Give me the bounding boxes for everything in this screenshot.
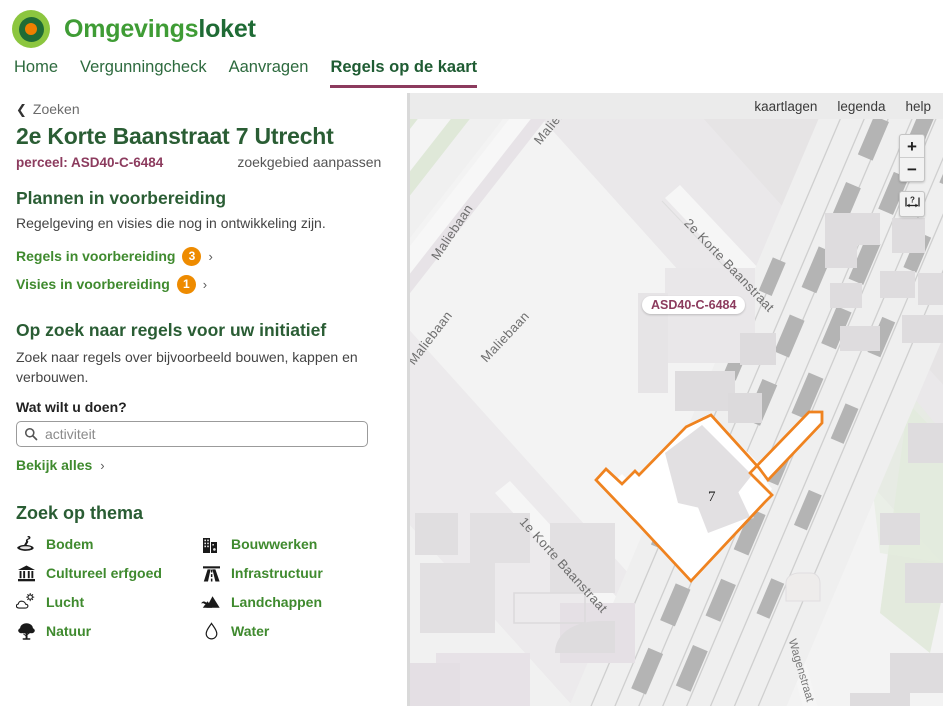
link-label: Regels in voorbereiding	[16, 248, 176, 265]
search-icon	[24, 427, 38, 441]
theme-label: Cultureel erfgoed	[46, 565, 162, 582]
theme-label: Lucht	[46, 594, 85, 611]
chevron-right-icon: ›	[100, 457, 105, 473]
nav-item-home[interactable]: Home	[14, 58, 58, 85]
theme-item-landchappen[interactable]: Landchappen	[201, 592, 386, 612]
initiative-subtitle: Zoek naar regels over bijvoorbeeld bouwe…	[16, 348, 358, 386]
page-title: 2e Korte Baanstraat 7 Utrecht	[16, 123, 334, 149]
zoom-in-button[interactable]: +	[900, 135, 924, 158]
theme-item-bodem[interactable]: Bodem	[16, 534, 201, 554]
map-link-legenda[interactable]: legenda	[837, 99, 885, 114]
themes-title: Zoek op thema	[16, 503, 144, 524]
themes-section: Zoek op thema Bodem Bouwwerken Cultureel…	[16, 503, 384, 641]
theme-label: Landchappen	[231, 594, 323, 611]
theme-item-water[interactable]: Water	[201, 621, 386, 641]
chevron-left-icon: ❮	[16, 101, 27, 117]
logo-and-brand[interactable]: Omgevingsloket	[12, 10, 256, 48]
count-badge: 3	[182, 246, 202, 266]
brand-part-one: Omgevings	[64, 14, 199, 43]
main-navigation: Home Vergunningcheck Aanvragen Regels op…	[0, 58, 943, 93]
initiative-section: Op zoek naar regels voor uw initiatief Z…	[16, 319, 384, 473]
measure-distance-icon: ?	[904, 194, 921, 215]
theme-label: Bouwwerken	[231, 536, 318, 553]
svg-text:?: ?	[910, 195, 915, 204]
brand-title: Omgevingsloket	[64, 14, 256, 43]
map-canvas: Maliebaan Maliebaan Maliebaan Maliebaan …	[410, 93, 943, 706]
link-visies-in-voorbereiding[interactable]: Visies in voorbereiding 1 ›	[16, 274, 384, 294]
initiative-title: Op zoek naar regels voor uw initiatief	[16, 319, 327, 340]
themes-grid: Bodem Bouwwerken Cultureel erfgoed Infra…	[16, 534, 384, 641]
museum-icon	[16, 563, 36, 583]
parcel-meta-row: perceel: ASD40-C-6484 zoekgebied aanpass…	[16, 154, 384, 170]
theme-item-infrastructuur[interactable]: Infrastructuur	[201, 563, 386, 583]
activity-field-label: Wat wilt u doen?	[16, 399, 127, 416]
theme-item-cultureel-erfgoed[interactable]: Cultureel erfgoed	[16, 563, 201, 583]
plans-section: Plannen in voorbereiding Regelgeving en …	[16, 188, 384, 294]
sidebar-panel: ❮ Zoeken 2e Korte Baanstraat 7 Utrecht p…	[0, 93, 400, 706]
back-link-label: Zoeken	[32, 101, 80, 117]
view-all-label: Bekijk alles	[16, 457, 93, 474]
chevron-right-icon: ›	[208, 248, 213, 264]
measure-distance-button[interactable]: ?	[899, 191, 925, 217]
nav-item-regels-op-de-kaart[interactable]: Regels op de kaart	[330, 58, 478, 88]
theme-item-lucht[interactable]: Lucht	[16, 592, 201, 612]
map-link-help[interactable]: help	[905, 99, 931, 114]
theme-label: Natuur	[46, 623, 92, 640]
tree-icon	[16, 621, 36, 641]
brand-part-two: loket	[198, 14, 256, 43]
soil-shovel-icon	[16, 534, 36, 554]
parcel-label-pill[interactable]: ASD40-C-6484	[642, 296, 746, 314]
back-to-search-link[interactable]: ❮ Zoeken	[16, 101, 384, 117]
water-drop-icon	[201, 621, 221, 641]
view-all-link[interactable]: Bekijk alles ›	[16, 457, 384, 473]
concentric-circle-logo-icon	[12, 10, 50, 48]
search-input[interactable]	[45, 426, 367, 443]
building-icon	[201, 534, 221, 554]
cloud-sun-icon	[16, 592, 36, 612]
nav-item-aanvragen[interactable]: Aanvragen	[229, 58, 309, 85]
app-root: Omgevingsloket Home Vergunningcheck Aanv…	[0, 0, 943, 706]
house-number-label: 7	[708, 489, 716, 505]
map-link-kaartlagen[interactable]: kaartlagen	[754, 99, 817, 114]
plans-section-title: Plannen in voorbereiding	[16, 188, 227, 208]
map-toolbar: kaartlagen legenda help	[410, 93, 943, 119]
zoom-out-button[interactable]: −	[900, 158, 924, 181]
mountain-icon	[201, 592, 221, 612]
theme-label: Water	[231, 623, 270, 640]
theme-item-bouwwerken[interactable]: Bouwwerken	[201, 534, 386, 554]
adjust-search-area-link[interactable]: zoekgebied aanpassen	[237, 154, 381, 170]
parcel-identifier[interactable]: perceel: ASD40-C-6484	[16, 155, 163, 170]
sidebar-map-divider	[400, 93, 410, 706]
count-badge: 1	[176, 274, 196, 294]
link-regels-in-voorbereiding[interactable]: Regels in voorbereiding 3 ›	[16, 246, 384, 266]
plans-section-subtitle: Regelgeving en visies die nog in ontwikk…	[16, 215, 326, 231]
site-header: Omgevingsloket	[0, 0, 943, 58]
map-panel[interactable]: Maliebaan Maliebaan Maliebaan Maliebaan …	[410, 93, 943, 706]
map-zoom-controls: + −	[899, 134, 925, 182]
theme-label: Bodem	[46, 536, 94, 553]
nav-item-vergunningcheck[interactable]: Vergunningcheck	[80, 58, 207, 85]
activity-search-box[interactable]	[16, 421, 368, 448]
theme-item-natuur[interactable]: Natuur	[16, 621, 201, 641]
link-label: Visies in voorbereiding	[16, 276, 170, 293]
highway-icon	[201, 563, 221, 583]
chevron-right-icon: ›	[202, 276, 208, 292]
theme-label: Infrastructuur	[231, 565, 323, 582]
